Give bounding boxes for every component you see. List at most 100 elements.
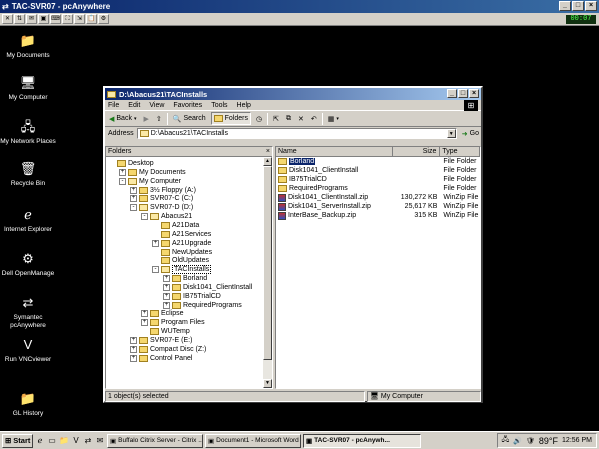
quicklaunch-desktop-icon[interactable]: ▭ [47,436,57,446]
expand-icon[interactable]: + [163,292,170,300]
go-button[interactable]: ➜ Go [460,127,481,140]
tree-node[interactable]: + Eclipse [141,309,184,318]
ctrl-alt-del-icon[interactable]: ⌨ [50,14,61,24]
menu-favorites[interactable]: Favorites [173,102,202,109]
tree-node[interactable]: OldUpdates [152,256,209,265]
collapse-icon[interactable]: - [152,266,159,274]
chat-icon[interactable]: ✉ [26,14,37,24]
tree-node[interactable]: + My Documents [119,168,186,177]
expand-icon[interactable]: + [130,354,137,362]
tree-node[interactable]: + SVR07-C (C:) [130,194,193,203]
quicklaunch-outlook-icon[interactable]: ✉ [95,436,105,446]
forward-button[interactable]: ▶ [141,112,150,125]
file-row[interactable]: Disk1041_ClientInstall.zip 130,272 KB WinZ… [276,193,480,202]
tree-node[interactable]: +3½ Floppy (A:) [130,186,196,195]
tree-node[interactable]: + SVR07-E (E:) [130,336,192,345]
tree-node[interactable]: - SVR07-D (D:) [130,203,193,212]
file-row[interactable]: IB75TrialCD File Folder [276,175,480,184]
taskbar-button[interactable]: ▣ Buffalo Citrix Server - Citrix ... [107,433,203,448]
tree-node[interactable]: WUTemp [141,327,190,336]
desktop-icon[interactable]: 🖥 My Computer [0,74,56,102]
clipboard-icon[interactable]: 📋 [86,14,97,24]
address-input[interactable]: D:\Abacus21\TACInstalls ▼ [136,128,457,139]
copy-to-button[interactable]: ⧉ [284,112,293,125]
desktop-icon[interactable]: V Run VNCviewer [0,336,56,364]
file-row[interactable]: Disk1041_ClientInstall File Folder [276,166,480,175]
expand-icon[interactable]: + [130,195,137,203]
outer-title-bar[interactable]: ⇄ TAC-SVR07 - pcAnywhere _ □ × [0,0,599,13]
tree-node[interactable]: + RequiredPrograms [163,301,242,310]
tree-node[interactable]: A21Services [152,230,211,239]
desktop-icon[interactable]: 🖧 My Network Places [0,118,56,146]
start-button[interactable]: ⊞ Start [2,433,33,448]
expand-icon[interactable]: + [141,319,148,327]
tree-node[interactable]: + Program Files [141,318,205,327]
close-button[interactable]: × [585,1,597,11]
collapse-icon[interactable]: - [141,213,148,221]
address-dropdown-icon[interactable]: ▼ [446,129,456,138]
file-row[interactable]: RequiredPrograms File Folder [276,184,480,193]
search-button[interactable]: 🔍 Search [171,112,208,125]
desktop-icon[interactable]: ⚙ Dell OpenManage [0,250,56,278]
window-close-button[interactable]: × [469,89,479,98]
delete-button[interactable]: ✕ [296,112,306,125]
close-pane-icon[interactable]: × [266,148,272,155]
file-row[interactable]: InterBase_Backup.zip 315 KB WinZip File [276,211,480,220]
desktop-icon[interactable]: ⇄ Symantec pcAnywhere [0,294,56,330]
network-tray-icon[interactable]: 🖧 [502,435,510,446]
back-button[interactable]: ◀ Back ▾ [107,112,138,125]
window-minimize-button[interactable]: _ [447,89,457,98]
expand-icon[interactable]: + [130,345,137,353]
expand-icon[interactable]: + [119,168,126,176]
tree-node[interactable]: - TACInstalls [152,265,212,275]
expand-icon[interactable]: + [163,301,170,309]
taskbar-button[interactable]: ▣ TAC-SVR07 - pcAnywh... [303,433,421,448]
desktop-icon[interactable]: ℯ Internet Explorer [0,206,56,234]
volume-tray-icon[interactable]: 🔊 [513,437,522,445]
scroll-up-icon[interactable]: ▲ [263,157,272,166]
scroll-thumb[interactable] [263,166,272,360]
folders-scrollbar[interactable]: ▲ ▼ [263,157,272,388]
menu-view[interactable]: View [149,102,164,109]
desktop-icon[interactable]: 🗑 Recycle Bin [0,160,56,188]
expand-icon[interactable]: + [130,337,137,344]
options-icon[interactable]: ⚙ [98,14,109,24]
clock[interactable]: 12:56 PM [562,437,592,444]
tree-node[interactable]: NewUpdates [152,248,212,257]
file-row[interactable]: Disk1041_ServerInstall.zip 25,617 KB WinZi… [276,202,480,211]
menu-edit[interactable]: Edit [128,102,140,109]
tree-node[interactable]: Desktop [108,159,154,168]
collapse-icon[interactable]: - [119,177,126,185]
scale-icon[interactable]: ⇲ [74,14,85,24]
taskbar-button[interactable]: ▣ Document1 - Microsoft Word [205,433,301,448]
history-button[interactable]: ◷ [254,112,264,125]
tree-node[interactable]: + Control Panel [130,354,192,363]
file-row[interactable]: Borland File Folder [276,157,480,166]
move-to-button[interactable]: ⇱ [271,112,281,125]
up-button[interactable]: ⇧ [154,112,164,125]
column-name-header[interactable]: Name [276,147,393,157]
expand-icon[interactable]: + [152,239,159,247]
fullscreen-icon[interactable]: ⛶ [62,14,73,24]
tree-node[interactable]: + Disk1041_ClientInstall [163,283,252,292]
menu-help[interactable]: Help [237,102,251,109]
collapse-icon[interactable]: - [130,204,137,212]
tree-node[interactable]: + Compact Disc (Z:) [130,345,206,354]
menu-tools[interactable]: Tools [211,102,227,109]
tree-node[interactable]: + Borland [163,274,207,283]
tree-node[interactable]: A21Data [152,221,199,230]
scroll-down-icon[interactable]: ▼ [263,379,272,388]
views-button[interactable]: ▦ ▾ [326,112,341,125]
minimize-button[interactable]: _ [559,1,571,11]
column-size-header[interactable]: Size [392,147,441,157]
quicklaunch-pcanywhere-icon[interactable]: ⇄ [83,436,93,446]
expand-icon[interactable]: + [141,310,148,318]
expand-icon[interactable]: + [130,186,137,194]
tree-node[interactable]: - My Computer [119,177,181,186]
security-tray-icon[interactable]: 🛡 [526,437,535,445]
column-type-header[interactable]: Type [440,147,480,157]
desktop-icon[interactable]: 📁 GL History [0,390,56,418]
maximize-button[interactable]: □ [572,1,584,11]
window-maximize-button[interactable]: □ [458,89,468,98]
desktop-icon[interactable]: 📁 My Documents [0,32,56,60]
